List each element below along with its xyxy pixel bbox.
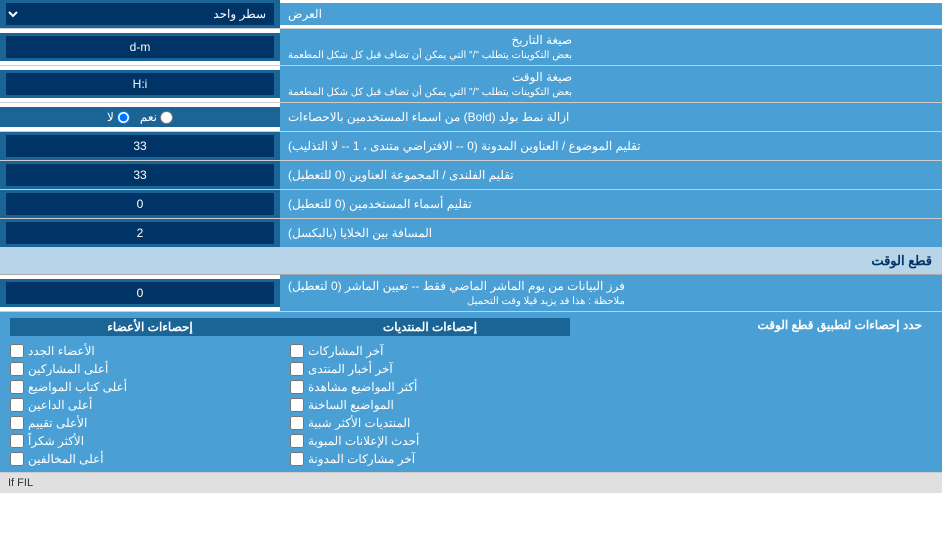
top-label: العرض <box>280 3 942 25</box>
subject-length-label: تقليم الموضوع / العناوين المدونة (0 -- ا… <box>280 132 942 160</box>
list-item: أعلى المخالفين <box>10 452 290 466</box>
checkbox-hot-topics[interactable] <box>290 398 304 412</box>
footer-text: If FIL <box>0 473 942 493</box>
main-container: العرض سطر واحد سطرين ثلاثة أسطر صيغة الت… <box>0 0 942 493</box>
footer-label: If FIL <box>8 477 33 489</box>
checkbox-most-thanked[interactable] <box>10 434 24 448</box>
checkbox-new-members[interactable] <box>10 344 24 358</box>
top-row: العرض سطر واحد سطرين ثلاثة أسطر <box>0 0 942 29</box>
forum-length-input-cell <box>0 161 280 189</box>
list-item: أكثر المواضيع مشاهدة <box>290 380 570 394</box>
list-item: أعلى المشاركين <box>10 362 290 376</box>
checkbox-top-rated[interactable] <box>10 416 24 430</box>
subject-length-row: تقليم الموضوع / العناوين المدونة (0 -- ا… <box>0 132 942 161</box>
forum-length-row: تقليم الفلندى / المجموعة العناوين (0 للت… <box>0 161 942 190</box>
checkbox-forum-news[interactable] <box>290 362 304 376</box>
subject-length-input-cell <box>0 132 280 160</box>
checkbox-top-violators[interactable] <box>10 452 24 466</box>
forum-length-input[interactable] <box>6 164 274 186</box>
checkbox-popular-forums[interactable] <box>290 416 304 430</box>
list-item: أحدث الإعلانات المبوبة <box>290 434 570 448</box>
bold-remove-label: ازالة نمط بولد (Bold) من اسماء المستخدمي… <box>280 103 942 131</box>
col1-header: إحصاءات المنتديات <box>290 318 570 336</box>
date-format-input-cell <box>0 33 280 61</box>
list-item: أعلى كتاب المواضيع <box>10 380 290 394</box>
checkboxes-main-label: حدد إحصاءات لتطبيق قطع الوقت <box>570 318 932 332</box>
username-length-label: تقليم أسماء المستخدمين (0 للتعطيل) <box>280 190 942 218</box>
checkboxes-layout: حدد إحصاءات لتطبيق قطع الوقت إحصاءات الم… <box>10 318 932 466</box>
radio-no-label[interactable]: لا <box>107 110 130 124</box>
time-cut-label: فرز البيانات من يوم الماشر الماضي فقط --… <box>280 275 942 311</box>
radio-yes-text: نعم <box>140 110 157 124</box>
time-cut-input[interactable] <box>6 282 274 304</box>
time-format-row: صيغة الوقتبعض التكوينات يتطلب "/" التي ي… <box>0 66 942 103</box>
time-cut-row: فرز البيانات من يوم الماشر الماضي فقط --… <box>0 275 942 312</box>
checkbox-latest-ads[interactable] <box>290 434 304 448</box>
time-format-input-cell <box>0 70 280 98</box>
forum-length-label: تقليم الفلندى / المجموعة العناوين (0 للت… <box>280 161 942 189</box>
checkboxes-columns: إحصاءات المنتديات آخر المشاركات آخر أخبا… <box>10 318 570 466</box>
cell-distance-input[interactable] <box>6 222 274 244</box>
cell-distance-label: المسافة بين الخلايا (بالبكسل) <box>280 219 942 247</box>
subject-length-input[interactable] <box>6 135 274 157</box>
checkboxes-section: حدد إحصاءات لتطبيق قطع الوقت إحصاءات الم… <box>0 312 942 473</box>
checkbox-blog-posts[interactable] <box>290 452 304 466</box>
checkbox-most-viewed[interactable] <box>290 380 304 394</box>
bold-remove-row: ازالة نمط بولد (Bold) من اسماء المستخدمي… <box>0 103 942 132</box>
date-format-label: صيغة التاريخبعض التكوينات يتطلب "/" التي… <box>280 29 942 65</box>
radio-yes-label[interactable]: نعم <box>140 110 173 124</box>
time-format-label: صيغة الوقتبعض التكوينات يتطلب "/" التي ي… <box>280 66 942 102</box>
checkbox-col-forums: إحصاءات المنتديات آخر المشاركات آخر أخبا… <box>290 318 570 466</box>
list-item: آخر مشاركات المدونة <box>290 452 570 466</box>
bold-remove-radio-cell: نعم لا <box>0 107 280 127</box>
list-item: آخر أخبار المنتدى <box>290 362 570 376</box>
cell-distance-row: المسافة بين الخلايا (بالبكسل) <box>0 219 942 248</box>
username-length-input-cell <box>0 190 280 218</box>
username-length-input[interactable] <box>6 193 274 215</box>
time-cut-input-cell <box>0 279 280 307</box>
checkbox-latest-posts[interactable] <box>290 344 304 358</box>
radio-yes[interactable] <box>160 111 173 124</box>
radio-no-text: لا <box>107 110 114 124</box>
radio-no[interactable] <box>117 111 130 124</box>
view-select[interactable]: سطر واحد سطرين ثلاثة أسطر <box>6 3 274 25</box>
cell-distance-input-cell <box>0 219 280 247</box>
list-item: آخر المشاركات <box>290 344 570 358</box>
checkbox-col-members: إحصاءات الأعضاء الأعضاء الجدد أعلى المشا… <box>10 318 290 466</box>
time-cut-header: قطع الوقت <box>0 248 942 275</box>
list-item: أعلى الداعين <box>10 398 290 412</box>
username-length-row: تقليم أسماء المستخدمين (0 للتعطيل) <box>0 190 942 219</box>
list-item: المواضيع الساخنة <box>290 398 570 412</box>
col2-header: إحصاءات الأعضاء <box>10 318 290 336</box>
list-item: الأعلى تقييم <box>10 416 290 430</box>
checkbox-top-writers[interactable] <box>10 380 24 394</box>
top-input-cell: سطر واحد سطرين ثلاثة أسطر <box>0 0 280 28</box>
list-item: الأكثر شكراً <box>10 434 290 448</box>
time-format-input[interactable] <box>6 73 274 95</box>
checkbox-top-inviters[interactable] <box>10 398 24 412</box>
checkbox-top-posters[interactable] <box>10 362 24 376</box>
list-item: الأعضاء الجدد <box>10 344 290 358</box>
date-format-input[interactable] <box>6 36 274 58</box>
list-item: المنتديات الأكثر شبية <box>290 416 570 430</box>
date-format-row: صيغة التاريخبعض التكوينات يتطلب "/" التي… <box>0 29 942 66</box>
